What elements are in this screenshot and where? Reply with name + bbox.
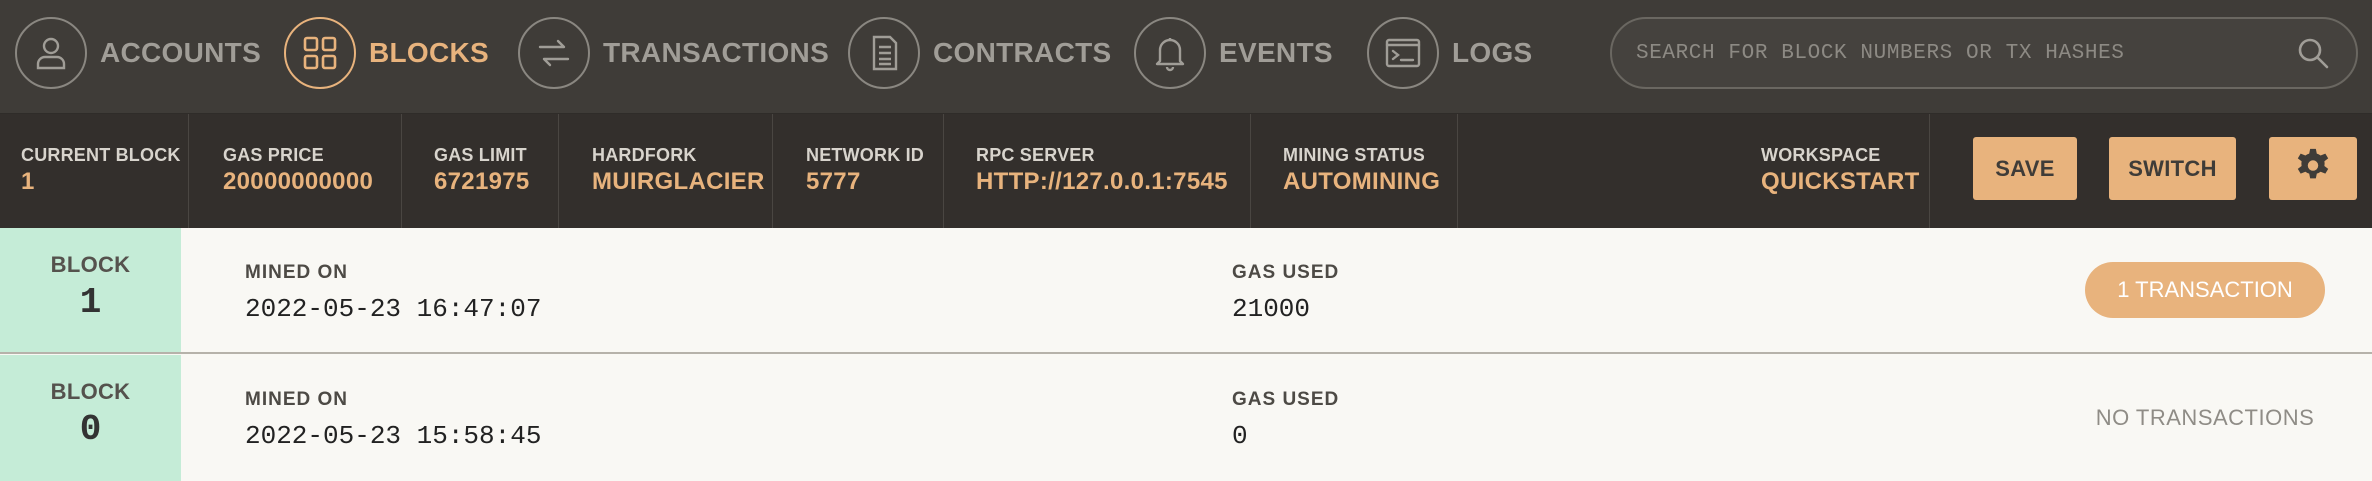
gas-price-value: 20000000000: [223, 168, 374, 195]
gas-used-field: GAS USED 21000: [1232, 262, 1339, 324]
mined-on-field: MINED ON 2022-05-23 15:58:45: [245, 389, 541, 451]
mined-on-field: MINED ON 2022-05-23 16:47:07: [245, 262, 541, 324]
nav-transactions-label: TRANSACTIONS: [603, 37, 830, 68]
gas-used-value: 0: [1232, 421, 1248, 451]
search-icon[interactable]: [2296, 36, 2356, 70]
hardfork-label: HARDFORK: [592, 145, 697, 165]
block-list: BLOCK 1 MINED ON 2022-05-23 16:47:07 GAS…: [0, 228, 2372, 481]
hardfork-value: MUIRGLACIER: [592, 168, 765, 195]
mined-on-label: MINED ON: [245, 389, 348, 410]
settings-button[interactable]: [2269, 137, 2357, 200]
block-number: 0: [79, 409, 102, 450]
switch-button[interactable]: SWITCH: [2109, 137, 2236, 200]
nav-logs[interactable]: LOGS: [1367, 17, 1533, 89]
gas-limit-value: 6721975: [434, 168, 530, 195]
search-box: [1610, 17, 2358, 89]
stat-network-id: NETWORK ID 5777: [773, 114, 944, 228]
gas-used-field: GAS USED 0: [1232, 389, 1339, 451]
no-transactions-text: NO TRANSACTIONS: [2095, 405, 2315, 430]
gas-used-label: GAS USED: [1232, 262, 1340, 283]
gas-limit-label: GAS LIMIT: [434, 145, 527, 165]
stat-current-block: CURRENT BLOCK 1: [0, 114, 189, 228]
workspace-label: WORKSPACE: [1761, 145, 1881, 165]
nav-transactions[interactable]: TRANSACTIONS: [518, 17, 829, 89]
gas-used-label: GAS USED: [1232, 389, 1340, 410]
grid-icon: [284, 17, 356, 89]
rpc-server-label: RPC SERVER: [976, 145, 1095, 165]
user-icon: [15, 17, 87, 89]
block-row[interactable]: BLOCK 1 MINED ON 2022-05-23 16:47:07 GAS…: [0, 228, 2372, 354]
transaction-count-badge[interactable]: 1 TRANSACTION: [2085, 262, 2325, 318]
top-navigation: ACCOUNTS BLOCKS TRANSACTIONS CONTRACTS E…: [0, 0, 2372, 114]
rpc-server-value: HTTP://127.0.0.1:7545: [976, 168, 1228, 195]
mined-on-label: MINED ON: [245, 262, 348, 283]
swap-arrows-icon: [518, 17, 590, 89]
nav-blocks[interactable]: BLOCKS: [284, 17, 489, 89]
nav-contracts[interactable]: CONTRACTS: [848, 17, 1111, 89]
network-id-value: 5777: [806, 168, 861, 195]
mined-on-value: 2022-05-23 16:47:07: [245, 294, 542, 324]
nav-accounts[interactable]: ACCOUNTS: [15, 17, 261, 89]
nav-blocks-label: BLOCKS: [369, 37, 490, 68]
nav-logs-label: LOGS: [1452, 37, 1533, 68]
workspace-value: QUICKSTART: [1761, 168, 1920, 195]
gas-used-value: 21000: [1232, 294, 1311, 324]
stat-rpc-server: RPC SERVER HTTP://127.0.0.1:7545: [944, 114, 1251, 228]
gas-price-label: GAS PRICE: [223, 145, 324, 165]
nav-events[interactable]: EVENTS: [1134, 17, 1333, 89]
nav-accounts-label: ACCOUNTS: [100, 37, 262, 68]
save-button[interactable]: SAVE: [1973, 137, 2077, 200]
nav-events-label: EVENTS: [1219, 37, 1333, 68]
bell-icon: [1134, 17, 1206, 89]
document-icon: [848, 17, 920, 89]
search-input[interactable]: [1612, 19, 2296, 87]
status-bar: CURRENT BLOCK 1 GAS PRICE 20000000000 GA…: [0, 114, 2372, 228]
block-number-cell: BLOCK 0: [0, 355, 181, 481]
block-number-cell: BLOCK 1: [0, 228, 181, 352]
mining-status-label: MINING STATUS: [1283, 145, 1425, 165]
gear-icon: [2294, 147, 2332, 191]
block-label: BLOCK: [50, 252, 131, 277]
current-block-value: 1: [21, 168, 35, 195]
stat-workspace: WORKSPACE QUICKSTART: [1738, 114, 1930, 228]
stat-mining-status: MINING STATUS AUTOMINING: [1251, 114, 1458, 228]
block-number: 1: [79, 282, 102, 323]
block-row[interactable]: BLOCK 0 MINED ON 2022-05-23 15:58:45 GAS…: [0, 355, 2372, 481]
stat-hardfork: HARDFORK MUIRGLACIER: [559, 114, 773, 228]
current-block-label: CURRENT BLOCK: [21, 145, 181, 165]
nav-contracts-label: CONTRACTS: [933, 37, 1112, 68]
stat-gas-price: GAS PRICE 20000000000: [189, 114, 402, 228]
network-id-label: NETWORK ID: [806, 145, 924, 165]
terminal-icon: [1367, 17, 1439, 89]
stat-gas-limit: GAS LIMIT 6721975: [402, 114, 559, 228]
block-label: BLOCK: [50, 379, 131, 404]
mined-on-value: 2022-05-23 15:58:45: [245, 421, 542, 451]
mining-status-value: AUTOMINING: [1283, 168, 1441, 195]
